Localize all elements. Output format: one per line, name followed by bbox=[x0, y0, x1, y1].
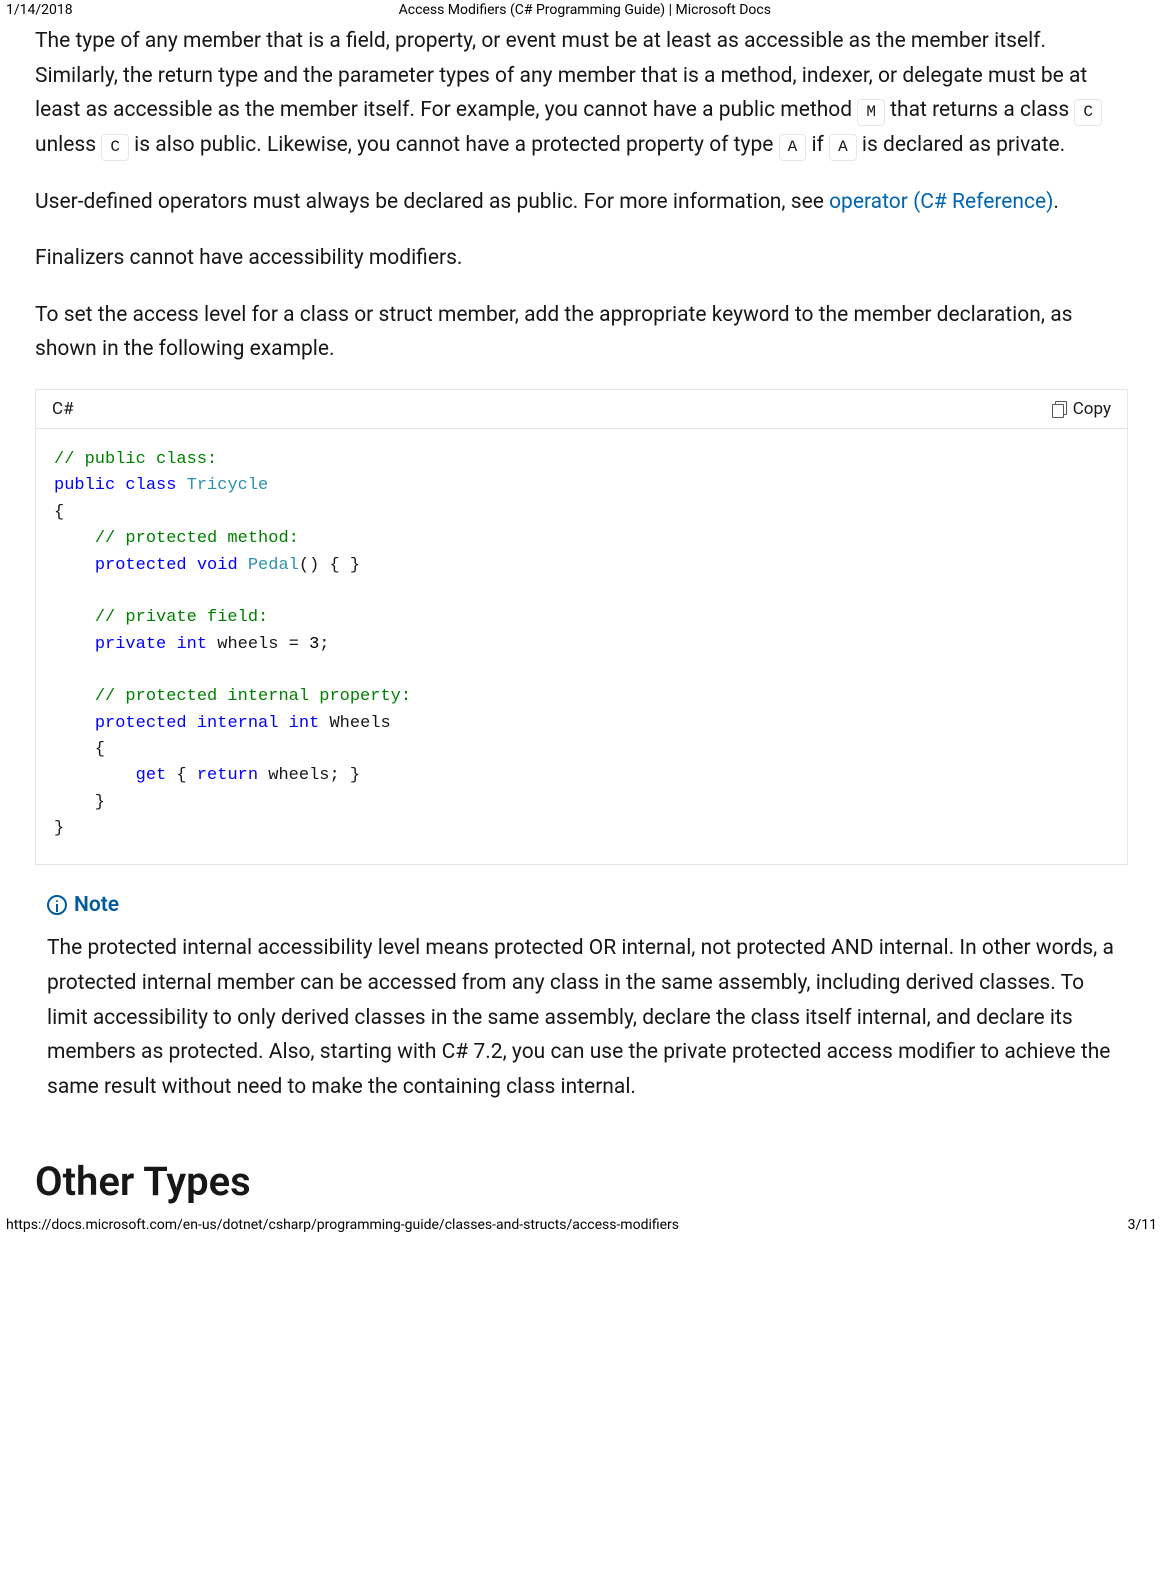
text: is declared as private. bbox=[857, 133, 1065, 157]
paragraph-accessibility-types: The type of any member that is a field, … bbox=[35, 24, 1128, 163]
paragraph-finalizers: Finalizers cannot have accessibility mod… bbox=[35, 241, 1128, 276]
note-text: The protected internal accessibility lev… bbox=[47, 931, 1116, 1104]
note-title-text: Note bbox=[74, 893, 119, 917]
text: if bbox=[806, 133, 829, 157]
inline-code-m: M bbox=[857, 99, 885, 126]
info-icon bbox=[47, 895, 67, 915]
print-footer: https://docs.microsoft.com/en-us/dotnet/… bbox=[0, 1205, 1163, 1235]
text: unless bbox=[35, 133, 101, 157]
inline-code-c2: C bbox=[101, 134, 129, 161]
note-box: Note The protected internal accessibilit… bbox=[35, 893, 1128, 1104]
text: . bbox=[1053, 190, 1059, 214]
paragraph-set-access: To set the access level for a class or s… bbox=[35, 298, 1128, 367]
copy-label: Copy bbox=[1073, 399, 1111, 419]
code-language-label: C# bbox=[52, 399, 74, 419]
code-body: // public class: public class Tricycle {… bbox=[36, 429, 1127, 864]
note-title: Note bbox=[47, 893, 1116, 917]
print-header: 1/14/2018 Access Modifiers (C# Programmi… bbox=[0, 0, 1163, 24]
paragraph-operators: User-defined operators must always be de… bbox=[35, 185, 1128, 220]
code-block: C# Copy // public class: public class Tr… bbox=[35, 389, 1128, 865]
text: is also public. Likewise, you cannot hav… bbox=[129, 133, 779, 157]
operator-reference-link[interactable]: operator (C# Reference) bbox=[829, 190, 1053, 214]
inline-code-c: C bbox=[1074, 99, 1102, 126]
code-header: C# Copy bbox=[36, 390, 1127, 429]
print-title: Access Modifiers (C# Programming Guide) … bbox=[73, 2, 1097, 18]
text: User-defined operators must always be de… bbox=[35, 190, 829, 214]
article-content: The type of any member that is a field, … bbox=[0, 24, 1163, 1205]
inline-code-a: A bbox=[779, 134, 807, 161]
text: that returns a class bbox=[885, 98, 1074, 122]
print-date: 1/14/2018 bbox=[6, 2, 73, 18]
copy-icon bbox=[1052, 401, 1067, 418]
inline-code-a2: A bbox=[829, 134, 857, 161]
copy-button[interactable]: Copy bbox=[1052, 399, 1111, 419]
footer-url: https://docs.microsoft.com/en-us/dotnet/… bbox=[6, 1217, 679, 1233]
heading-other-types: Other Types bbox=[35, 1158, 1128, 1205]
footer-page: 3/11 bbox=[1128, 1217, 1157, 1233]
